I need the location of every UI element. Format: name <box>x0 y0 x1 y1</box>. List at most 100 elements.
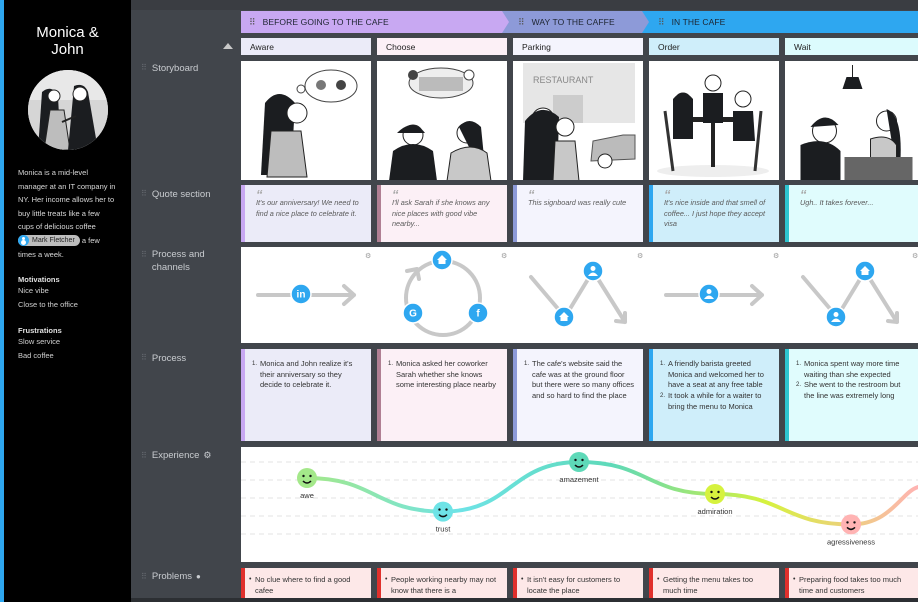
process-card[interactable]: 1. The cafe's website said the cafe was a… <box>513 349 643 441</box>
row-label-channels[interactable]: ⠿ Process and channels <box>141 248 221 274</box>
quote-card[interactable]: “It's our anniversary! We need to find a… <box>241 185 371 242</box>
step-text: A friendly barista greeted Monica and we… <box>668 359 764 390</box>
process-list: 1. Monica and John realize it's their ann… <box>252 359 365 391</box>
linkedin-icon[interactable]: in <box>290 283 312 305</box>
quote-card[interactable]: “I'll ask Sarah if she knows any nice pl… <box>377 185 507 242</box>
stage-header[interactable]: Aware <box>241 38 371 55</box>
channels-diagram: ⚙ in ⚙ f G ⚙ ⚙ ⚙ <box>256 249 918 337</box>
quote-accent-bar <box>241 185 245 242</box>
row-label-text: Problems <box>151 571 192 582</box>
persona-avatar <box>27 70 108 150</box>
storyboard-image[interactable] <box>241 61 371 180</box>
stage-header[interactable]: Wait <box>785 38 918 55</box>
user-icon[interactable] <box>825 306 847 328</box>
problem-card[interactable]: • People working nearby may not know that… <box>377 568 507 602</box>
process-accent-bar <box>241 349 245 441</box>
process-card[interactable]: 1. Monica asked her coworker Sarah whethe… <box>377 349 507 441</box>
storyboard-image[interactable] <box>377 61 507 180</box>
home-icon[interactable] <box>553 306 575 328</box>
process-card[interactable]: 1. Monica spent way more time waiting tha… <box>785 349 918 441</box>
home-icon[interactable] <box>431 249 453 271</box>
drag-handle-icon[interactable]: ⠿ <box>141 63 147 74</box>
motivations-title: Motivations <box>18 275 60 285</box>
mention-chip[interactable]: Mark Fletcher <box>18 235 80 247</box>
storyboard-image[interactable] <box>649 61 779 180</box>
settings-icon[interactable]: ⚙ <box>912 252 918 260</box>
row-label-experience[interactable]: ⠿ Experience ⚙ <box>141 450 211 461</box>
settings-icon[interactable]: ⚙ <box>501 252 507 260</box>
row-label-process[interactable]: ⠿ Process <box>141 353 186 364</box>
problem-accent-bar <box>649 568 653 602</box>
svg-text:in: in <box>297 290 306 301</box>
phase-label: BEFORE GOING TO THE CAFE <box>262 17 389 27</box>
step-number: 1. <box>660 361 666 367</box>
stage-header[interactable]: Order <box>649 38 779 55</box>
problem-card[interactable]: • Getting the menu takes too much time <box>649 568 779 602</box>
emotion-point-trust[interactable]: trust <box>433 501 453 534</box>
drag-handle-icon[interactable]: ⠿ <box>141 572 147 581</box>
stage-header[interactable]: Parking <box>513 38 643 55</box>
problem-card[interactable]: • No clue where to find a good cafee <box>241 568 371 602</box>
stage-header[interactable]: Choose <box>377 38 507 55</box>
emotion-point-agressiveness[interactable]: agressiveness <box>827 514 875 546</box>
process-accent-bar <box>649 349 653 441</box>
quote-mark-icon: “ <box>392 187 399 202</box>
bottom-strip <box>131 598 918 602</box>
emotion-face-icon <box>297 468 317 488</box>
emotion-point-admiration[interactable]: admiration <box>697 484 733 516</box>
drag-handle-icon[interactable]: ⠿ <box>249 17 256 28</box>
drag-handle-icon[interactable]: ⠿ <box>518 17 525 28</box>
phase-before-going[interactable]: ⠿ BEFORE GOING TO THE CAFE <box>241 11 513 33</box>
storyboard-image[interactable]: RESTAURANT <box>513 61 643 180</box>
quote-text: It's our anniversary! We need to find a … <box>256 198 359 218</box>
drag-handle-icon[interactable]: ⠿ <box>658 17 665 28</box>
phase-label: WAY TO THE CAFFE <box>531 17 615 27</box>
google-icon[interactable]: G <box>402 302 424 324</box>
emotion-label: agressiveness <box>827 537 875 546</box>
phase-way-to-cafe[interactable]: ⠿ WAY TO THE CAFFE <box>502 11 650 33</box>
drag-handle-icon[interactable]: ⠿ <box>141 451 147 460</box>
row-label-text: Process and channels <box>151 249 205 273</box>
step-number: 1. <box>524 361 530 367</box>
step-number: 1. <box>252 361 258 367</box>
problem-text: People working nearby may not know that … <box>391 575 497 595</box>
problem-card[interactable]: • Preparing food takes too much time and … <box>785 568 918 602</box>
step-number: 1. <box>796 361 802 367</box>
process-list: 1. The cafe's website said the cafe was a… <box>524 359 637 402</box>
quote-card[interactable]: “Ugh.. It takes forever... <box>785 185 918 242</box>
facebook-icon[interactable]: f <box>467 302 489 324</box>
drag-handle-icon[interactable]: ⠿ <box>141 353 147 364</box>
settings-icon[interactable]: ⚙ <box>773 252 779 260</box>
step-text: Monica and John realize it's their anniv… <box>260 359 353 390</box>
process-card[interactable]: 1. Monica and John realize it's their ann… <box>241 349 371 441</box>
drag-handle-icon[interactable]: ⠿ <box>141 189 147 200</box>
step-text: She went to the restroom but the line wa… <box>804 380 901 401</box>
row-label-storyboard[interactable]: ⠿ Storyboard <box>141 63 198 74</box>
frustrations-title: Frustrations <box>18 326 62 336</box>
settings-icon[interactable]: ⚙ <box>637 252 643 260</box>
drag-handle-icon[interactable]: ⠿ <box>141 248 147 274</box>
user-icon[interactable] <box>698 283 720 305</box>
process-card[interactable]: 1. A friendly barista greeted Monica and … <box>649 349 779 441</box>
problem-card[interactable]: • It isn't easy for customers to locate t… <box>513 568 643 602</box>
row-label-quote[interactable]: ⠿ Quote section <box>141 189 210 200</box>
settings-icon[interactable]: ⚙ <box>365 252 371 260</box>
collapse-up-icon[interactable] <box>223 43 233 49</box>
emotion-point-amazement[interactable]: amazement <box>559 452 600 484</box>
quote-mark-icon: “ <box>800 187 807 202</box>
step-text: Monica asked her coworker Sarah whether … <box>396 359 497 390</box>
row-label-text: Experience <box>151 450 200 461</box>
emotion-point-awe[interactable]: awe <box>297 468 317 500</box>
phase-in-the-cafe[interactable]: ⠿ IN THE CAFE <box>642 11 918 33</box>
user-icon[interactable] <box>582 260 604 282</box>
row-label-problems[interactable]: ⠿ Problems ● <box>141 571 201 582</box>
emotion-label: admiration <box>697 507 732 516</box>
gear-icon[interactable]: ⚙ <box>203 450 211 461</box>
top-bar <box>131 0 918 10</box>
home-icon[interactable] <box>854 260 876 282</box>
quote-card[interactable]: “This signboard was really cute <box>513 185 643 242</box>
quote-card[interactable]: “It's nice inside and that smell of coff… <box>649 185 779 242</box>
motivation-item: Nice vibe <box>18 286 49 296</box>
storyboard-image[interactable] <box>785 61 918 180</box>
bullet-icon: • <box>385 576 388 583</box>
